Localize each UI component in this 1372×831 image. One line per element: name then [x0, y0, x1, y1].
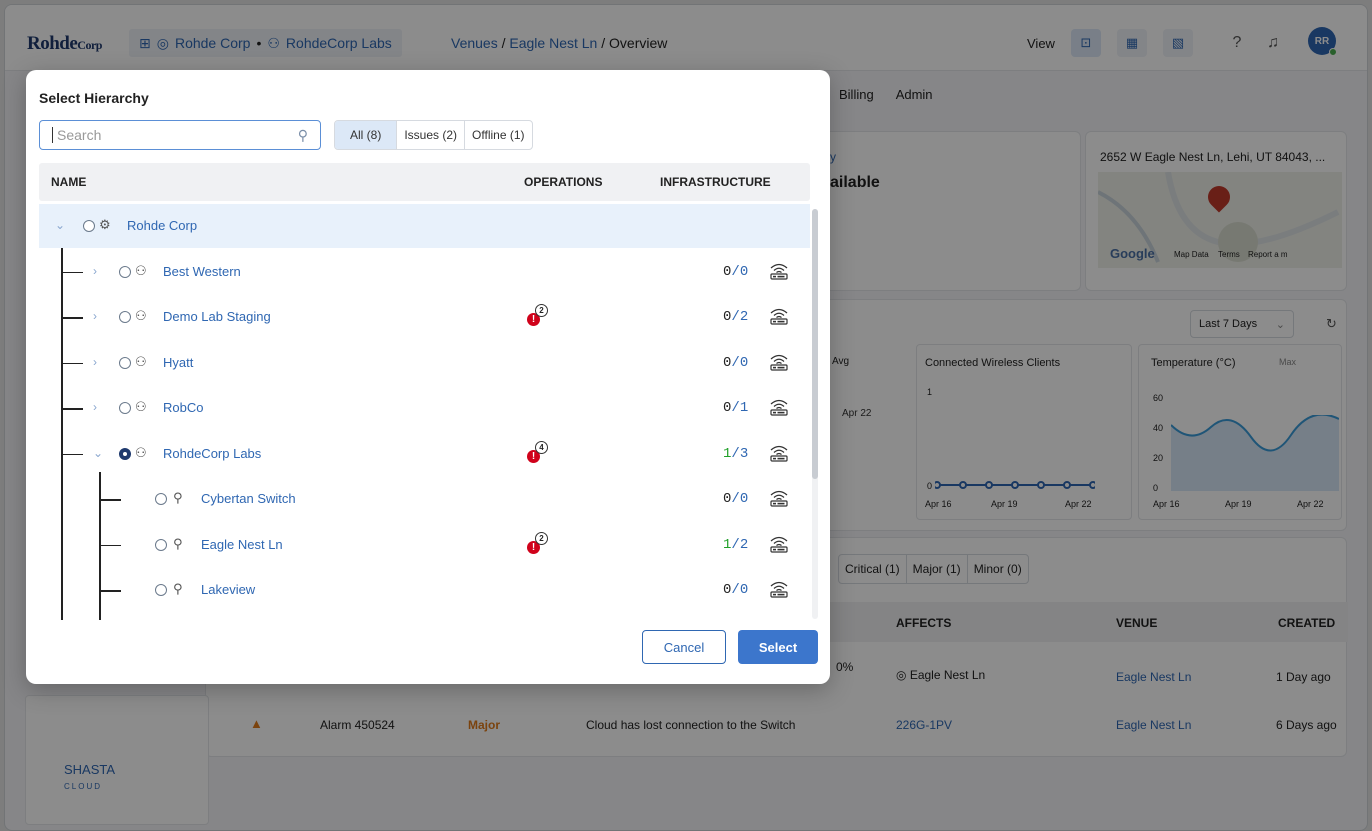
tree-branch	[61, 408, 83, 410]
infra-total: 0	[739, 491, 749, 507]
search-icon: ⚲	[297, 126, 308, 143]
infrastructure-count: 0/2	[723, 309, 749, 325]
infrastructure-count: 0/0	[723, 354, 749, 371]
select-radio[interactable]	[119, 447, 131, 460]
infrastructure-count: 1/3	[723, 445, 749, 462]
scrollbar[interactable]	[812, 209, 818, 619]
group-icon: ⚇	[135, 444, 147, 460]
status-filter-group: All (8) Issues (2) Offline (1)	[334, 120, 533, 150]
hierarchy-row[interactable]: ⚲ Lakeview 0/0	[39, 568, 810, 612]
tree-branch	[99, 590, 121, 592]
select-radio[interactable]	[119, 265, 131, 278]
access-point-icon	[769, 353, 789, 371]
select-radio[interactable]	[155, 538, 167, 551]
access-point-icon	[769, 398, 789, 416]
infra-total: 0	[739, 354, 749, 371]
infrastructure-count: 0/0	[723, 491, 749, 507]
access-point-icon	[769, 535, 789, 553]
hierarchy-row[interactable]: ⌄ ⚇ RohdeCorp Labs ! 4 1/3	[39, 432, 810, 476]
search-input[interactable]: Search ⚲	[39, 120, 321, 150]
select-button[interactable]: Select	[738, 630, 818, 664]
hierarchy-row-label[interactable]: Best Western	[163, 264, 241, 279]
search-placeholder: Search	[57, 127, 102, 143]
venue-icon: ⚲	[173, 490, 183, 505]
infra-total: 0	[739, 582, 749, 598]
hierarchy-row-label[interactable]: Cybertan Switch	[201, 491, 296, 506]
access-point-icon	[769, 307, 789, 325]
alert-icon[interactable]: ! 2	[527, 531, 548, 554]
group-icon: ⚇	[135, 353, 147, 369]
tree-branch	[99, 499, 121, 501]
hierarchy-row[interactable]: › ⚇ RobCo 0/1	[39, 386, 810, 430]
infrastructure-count: 0/0	[723, 263, 749, 280]
hierarchy-tree: ⌄ ⚙ Rohde Corp › ⚇ Best Western 0/0 › ⚇ Demo Lab …	[39, 204, 810, 620]
filter-issues[interactable]: Issues (2)	[397, 121, 466, 149]
tree-branch	[61, 362, 83, 364]
tree-branch	[99, 544, 121, 546]
chevron-right-icon[interactable]: ›	[93, 400, 97, 414]
select-hierarchy-dialog: Select Hierarchy Search ⚲ All (8) Issues…	[26, 70, 830, 684]
chevron-right-icon[interactable]: ›	[93, 355, 97, 369]
hierarchy-row[interactable]: › ⚇ Demo Lab Staging ! 2 0/2	[39, 295, 810, 339]
cancel-button[interactable]: Cancel	[642, 630, 726, 664]
alert-icon[interactable]: ! 4	[527, 440, 548, 463]
infra-total: 2	[739, 309, 749, 325]
infra-total: 0	[739, 263, 749, 280]
chevron-right-icon[interactable]: ›	[93, 309, 97, 323]
filter-all[interactable]: All (8)	[335, 121, 398, 149]
select-radio[interactable]	[83, 220, 95, 232]
dialog-title: Select Hierarchy	[39, 90, 149, 106]
venue-icon: ⚲	[173, 535, 183, 551]
infrastructure-count: 0/0	[723, 582, 749, 598]
organization-icon: ⚙	[99, 217, 111, 232]
hierarchy-row[interactable]: › ⚇ Best Western 0/0	[39, 250, 810, 294]
col-name: NAME	[51, 175, 87, 189]
tree-branch	[61, 317, 83, 319]
chevron-right-icon[interactable]: ›	[93, 264, 97, 278]
text-caret	[52, 127, 53, 143]
access-point-icon	[769, 580, 789, 598]
hierarchy-row-label[interactable]: Eagle Nest Ln	[201, 537, 283, 552]
hierarchy-row-label[interactable]: Demo Lab Staging	[163, 309, 271, 324]
col-operations: OPERATIONS	[524, 175, 603, 189]
tree-branch	[61, 453, 83, 455]
chevron-down-icon[interactable]: ⌄	[55, 218, 65, 232]
select-radio[interactable]	[155, 493, 167, 505]
hierarchy-row-label[interactable]: Rohde Corp	[127, 218, 197, 233]
hierarchy-row[interactable]: › ⚇ Hyatt 0/0	[39, 341, 810, 385]
hierarchy-row-label[interactable]: Lakeview	[201, 582, 255, 597]
access-point-icon	[769, 262, 789, 280]
select-radio[interactable]	[119, 311, 131, 323]
chevron-down-icon[interactable]: ⌄	[93, 446, 103, 460]
filter-offline[interactable]: Offline (1)	[465, 121, 531, 149]
select-radio[interactable]	[119, 356, 131, 369]
col-infrastructure: INFRASTRUCTURE	[660, 175, 771, 189]
select-radio[interactable]	[119, 402, 131, 414]
tree-branch	[61, 271, 83, 273]
hierarchy-row-label[interactable]: RohdeCorp Labs	[163, 446, 261, 461]
venue-icon: ⚲	[173, 581, 183, 596]
infrastructure-count: 0/1	[723, 400, 749, 416]
hierarchy-row[interactable]: ⌄ ⚙ Rohde Corp	[39, 204, 810, 248]
alert-count: 4	[535, 440, 548, 454]
group-icon: ⚇	[135, 308, 147, 323]
hierarchy-row-label[interactable]: RobCo	[163, 400, 203, 415]
select-radio[interactable]	[155, 584, 167, 596]
infra-total: 2	[739, 536, 749, 553]
hierarchy-row[interactable]: ⚲ Eagle Nest Ln ! 2 1/2	[39, 523, 810, 567]
access-point-icon	[769, 444, 789, 462]
alert-count: 2	[535, 531, 548, 545]
hierarchy-table-header: NAME OPERATIONS INFRASTRUCTURE	[39, 163, 810, 201]
access-point-icon	[769, 489, 789, 507]
infrastructure-count: 1/2	[723, 536, 749, 553]
hierarchy-row[interactable]: ⚲ Cybertan Switch 0/0	[39, 477, 810, 521]
infra-total: 1	[739, 400, 749, 416]
group-icon: ⚇	[135, 399, 147, 414]
group-icon: ⚇	[135, 262, 147, 278]
scrollbar-thumb[interactable]	[812, 209, 818, 479]
alert-icon[interactable]: ! 2	[527, 304, 548, 326]
alert-count: 2	[535, 304, 548, 317]
infra-total: 3	[739, 445, 749, 462]
hierarchy-row-label[interactable]: Hyatt	[163, 355, 193, 370]
